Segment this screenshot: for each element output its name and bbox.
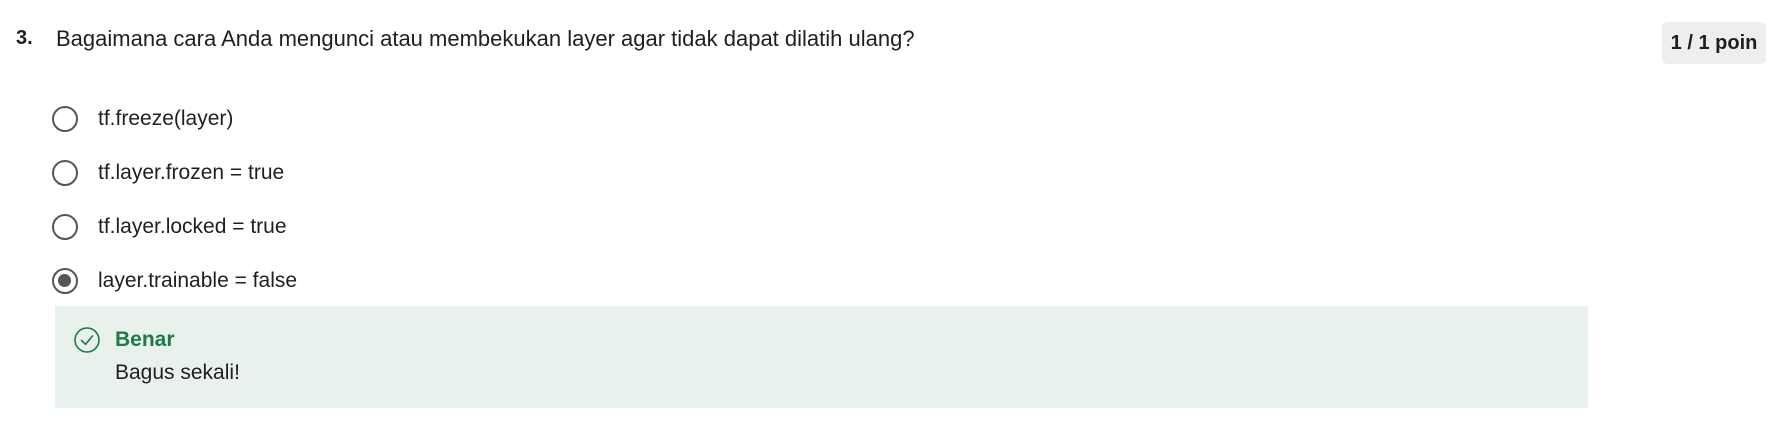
question-number: 3. bbox=[16, 27, 33, 49]
option-label: tf.freeze(layer) bbox=[98, 107, 234, 130]
radio-button-selected[interactable] bbox=[52, 268, 78, 294]
feedback-message: Bagus sekali! bbox=[115, 361, 240, 384]
radio-button[interactable] bbox=[52, 160, 78, 186]
option-label: layer.trainable = false bbox=[98, 269, 298, 292]
option-layer-locked[interactable]: tf.layer.locked = true bbox=[52, 200, 852, 254]
feedback-panel: Benar Bagus sekali! bbox=[55, 306, 1588, 408]
check-circle-icon bbox=[73, 326, 101, 354]
option-tf-freeze[interactable]: tf.freeze(layer) bbox=[52, 92, 852, 146]
answer-options: tf.freeze(layer) tf.layer.frozen = true … bbox=[52, 92, 852, 308]
radio-button[interactable] bbox=[52, 214, 78, 240]
radio-button[interactable] bbox=[52, 106, 78, 132]
option-layer-frozen[interactable]: tf.layer.frozen = true bbox=[52, 146, 852, 200]
question-text: Bagaimana cara Anda mengunci atau membek… bbox=[56, 26, 915, 51]
option-label: tf.layer.frozen = true bbox=[98, 161, 285, 184]
option-label: tf.layer.locked = true bbox=[98, 215, 287, 238]
score-badge: 1 / 1 poin bbox=[1662, 22, 1766, 64]
feedback-title: Benar bbox=[115, 328, 175, 351]
option-layer-trainable[interactable]: layer.trainable = false bbox=[52, 254, 852, 308]
